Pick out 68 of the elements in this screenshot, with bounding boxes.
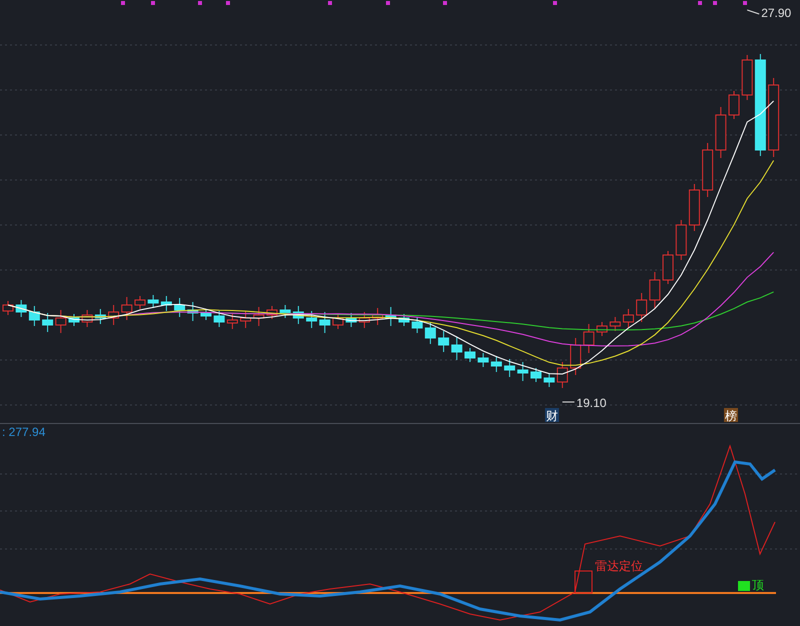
- candlestick-icon: [451, 336, 462, 360]
- candlestick-icon: [715, 106, 726, 158]
- candlestick-icon: [280, 304, 291, 318]
- signal-box-icon: [574, 570, 592, 594]
- candlestick-icon: [200, 308, 212, 320]
- candlestick-icon: [16, 300, 27, 318]
- candlestick-icon: [570, 338, 582, 376]
- candlestick-icon: [187, 302, 198, 322]
- event-marker[interactable]: 财: [545, 408, 559, 423]
- candlestick-icon: [754, 54, 766, 156]
- candlestick-icon: [121, 296, 132, 320]
- candlestick-icon: [728, 90, 740, 120]
- candlestick-icon: [702, 142, 714, 198]
- candlestick-icon: [490, 356, 502, 372]
- indicator-value-label: : 277.94: [2, 425, 46, 439]
- candlestick-icon: [517, 362, 528, 382]
- candlestick-icon: [306, 310, 318, 328]
- candlestick-icon: [742, 54, 753, 100]
- candlestick-icon: [148, 294, 159, 308]
- candlestick-icon: [583, 324, 594, 354]
- candlestick-icon: [438, 330, 450, 352]
- candlestick-icon: [398, 314, 410, 326]
- candlestick-icon: [412, 316, 423, 334]
- candlestick-icon: [385, 306, 396, 326]
- candlestick-icon: [332, 314, 344, 330]
- candlestick-icon: [266, 306, 278, 320]
- candlestick-icon: [504, 358, 516, 378]
- candlestick-icon: [676, 220, 687, 260]
- candlestick-icon: [160, 296, 172, 312]
- candlestick-icon: [174, 298, 186, 318]
- candlestick-icon: [610, 316, 621, 332]
- candlestick-icon: [346, 312, 357, 328]
- leader-line: [746, 10, 760, 14]
- high-price-label: 27.90: [761, 6, 792, 20]
- candlestick-icon: [478, 352, 489, 368]
- candlestick-icon: [55, 310, 66, 334]
- candlestick-icon: [596, 322, 608, 336]
- candlestick-icon: [768, 78, 780, 158]
- candlestick-icon: [2, 300, 14, 316]
- candlestick-icon: [688, 184, 700, 232]
- candlestick-icon: [649, 272, 660, 308]
- candlestick-icon: [530, 368, 542, 382]
- candlestick-icon: [372, 308, 384, 326]
- candlestick-icon: [556, 362, 568, 388]
- candlestick-icon: [319, 312, 330, 334]
- candlestick-icon: [226, 314, 238, 330]
- candlestick-icon: [424, 322, 436, 344]
- candlestick-icon: [240, 310, 252, 328]
- candlestick-icon: [662, 250, 674, 284]
- candlestick-icon: [134, 296, 146, 310]
- signal-flag: 顶: [738, 578, 764, 592]
- candlestick-icon: [253, 306, 264, 326]
- candlestick-icon: [68, 314, 80, 326]
- candlestick-icon: [82, 310, 93, 328]
- candlestick-icon: [464, 348, 476, 362]
- candlestick-icon: [292, 306, 304, 324]
- low-price-label: 19.10: [576, 396, 606, 410]
- signal-label: 雷达定位: [595, 559, 643, 573]
- event-marker[interactable]: 榜: [724, 408, 738, 423]
- candlestick-icon: [622, 308, 634, 328]
- candlestick-icon: [544, 372, 555, 388]
- candlestick-icon: [358, 312, 370, 328]
- candlestick-icon: [42, 312, 54, 332]
- candlestick-icon: [108, 304, 120, 326]
- candlestick-icon: [214, 310, 225, 328]
- candlestick-icon: [94, 308, 106, 324]
- candlestick-icon: [636, 292, 648, 322]
- candlestick-icon: [28, 306, 40, 326]
